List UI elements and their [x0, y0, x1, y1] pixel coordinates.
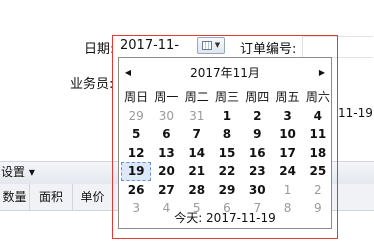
weekday-header-row: 周日 周一 周二 周三 周四 周五 周六	[121, 88, 333, 107]
column-header-quantity[interactable]: 数量	[0, 184, 30, 210]
calendar-day[interactable]: 26	[121, 181, 151, 200]
calendar-day[interactable]: 15	[212, 144, 242, 163]
calendar-day-today[interactable]: 19	[121, 162, 152, 181]
calendar-day[interactable]: 10	[272, 125, 302, 144]
calendar-week-row: 19 20 21 22 23 24 25	[121, 162, 333, 181]
background-date-value: 11-19	[338, 106, 373, 120]
calendar-day[interactable]: 6	[151, 125, 181, 144]
calendar-day[interactable]: 22	[212, 162, 242, 181]
calendar-day[interactable]: 1	[212, 107, 242, 126]
today-button[interactable]: 今天: 2017-11-19	[119, 210, 331, 226]
date-field[interactable]: 2017-11-19	[118, 36, 194, 73]
column-header-unit-price[interactable]: 单价	[73, 184, 113, 210]
calendar-day[interactable]: 29	[121, 107, 151, 126]
calendar-day[interactable]: 13	[151, 144, 181, 163]
calendar-day[interactable]: 7	[182, 125, 212, 144]
calendar-day[interactable]: 29	[212, 181, 242, 200]
calendar-icon	[201, 41, 212, 50]
calendar-day[interactable]: 2	[303, 181, 333, 200]
calendar-day[interactable]: 21	[182, 162, 212, 181]
screen: 日期: 2017-11-19 ▼ 订单编号: 业务员: 11-19 设置 ▾ 数…	[0, 0, 374, 242]
weekday-wed: 周三	[214, 90, 239, 104]
weekday-sun: 周日	[124, 90, 149, 104]
settings-menu-button[interactable]: 设置 ▾	[0, 162, 35, 182]
calendar-day[interactable]: 30	[151, 107, 181, 126]
weekday-sat: 周六	[305, 90, 330, 104]
calendar-week-row: 5 6 7 8 9 10 11	[121, 125, 333, 144]
order-number-field[interactable]	[302, 36, 373, 58]
prev-month-icon[interactable]: ◀	[121, 64, 135, 82]
calendar-day[interactable]: 30	[242, 181, 272, 200]
weekday-fri: 周五	[275, 90, 300, 104]
calendar-day[interactable]: 23	[242, 162, 272, 181]
calendar-day[interactable]: 2	[242, 107, 272, 126]
calendar-day[interactable]: 3	[272, 107, 302, 126]
weekday-mon: 周一	[154, 90, 179, 104]
calendar-day[interactable]: 28	[182, 181, 212, 200]
calendar-day[interactable]: 25	[303, 162, 333, 181]
calendar-popup: ◀ 2017年11月 ▶ 周日 周一 周二 周三 周四 周五 周六 29 30 …	[118, 57, 332, 229]
calendar-day[interactable]: 1	[272, 181, 302, 200]
calendar-week-row: 26 27 28 29 30 1 2	[121, 181, 333, 200]
weekday-thu: 周四	[245, 90, 270, 104]
calendar-dropdown-button[interactable]: ▼	[197, 37, 225, 54]
order-number-label: 订单编号:	[240, 42, 297, 57]
calendar-day[interactable]: 27	[151, 181, 181, 200]
column-header-area[interactable]: 面积	[30, 184, 73, 210]
chevron-down-icon: ▼	[214, 41, 221, 49]
calendar-day[interactable]: 16	[242, 144, 272, 163]
calendar-day[interactable]: 18	[303, 144, 333, 163]
calendar-day[interactable]: 9	[242, 125, 272, 144]
calendar-day[interactable]: 20	[151, 162, 181, 181]
calendar-week-row: 29 30 31 1 2 3 4	[121, 107, 333, 126]
calendar-day[interactable]: 8	[212, 125, 242, 144]
calendar-month-title: 2017年11月	[190, 66, 260, 80]
next-month-icon[interactable]: ▶	[315, 64, 329, 82]
calendar-day[interactable]: 12	[121, 144, 151, 163]
date-label: 日期:	[84, 42, 115, 57]
calendar-day[interactable]: 4	[303, 107, 333, 126]
calendar-day[interactable]: 24	[272, 162, 302, 181]
weekday-tue: 周二	[184, 90, 209, 104]
salesperson-label: 业务员:	[70, 77, 114, 92]
calendar-day[interactable]: 11	[303, 125, 333, 144]
calendar-day[interactable]: 17	[272, 144, 302, 163]
calendar-week-row: 12 13 14 15 16 17 18	[121, 144, 333, 163]
calendar-day[interactable]: 31	[182, 107, 212, 126]
calendar-day[interactable]: 14	[182, 144, 212, 163]
calendar-day[interactable]: 5	[121, 125, 151, 144]
calendar-grid: 周日 周一 周二 周三 周四 周五 周六 29 30 31 1 2 3 4 5 …	[121, 88, 333, 218]
